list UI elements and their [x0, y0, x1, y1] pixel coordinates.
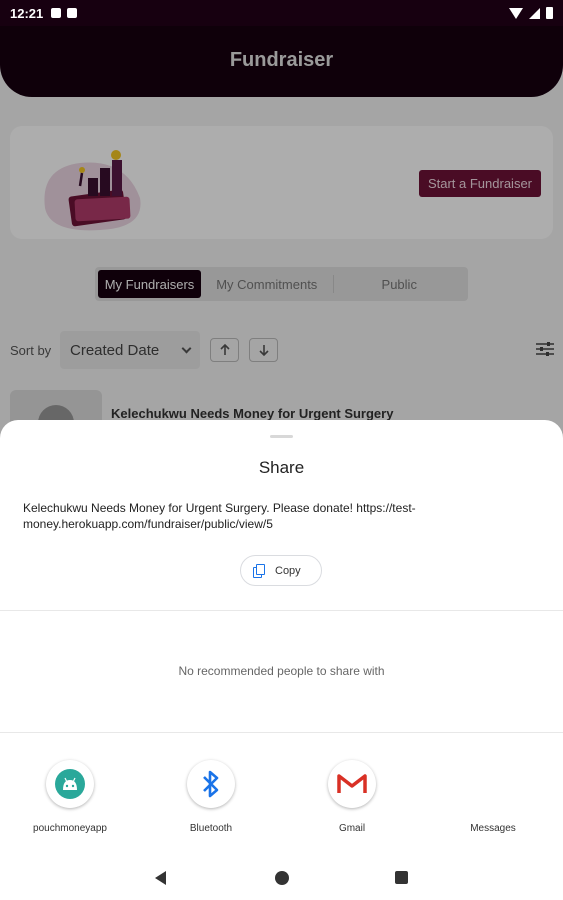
share-sheet-title: Share — [258, 458, 305, 477]
app-label: Gmail — [338, 823, 366, 834]
sd-card-icon — [67, 8, 78, 18]
no-recommended-people-text: No recommended people to share with — [178, 664, 385, 678]
divider — [0, 732, 563, 733]
app-icon-circle — [187, 760, 235, 808]
divider — [0, 610, 563, 611]
battery-icon — [546, 7, 553, 19]
android-icon — [55, 769, 85, 799]
status-bar: 12:21 — [0, 0, 563, 26]
share-target-bluetooth[interactable]: Bluetooth — [151, 760, 271, 834]
recent-apps-icon[interactable] — [395, 871, 408, 884]
gmail-icon — [337, 774, 367, 794]
sheet-drag-handle[interactable] — [270, 435, 293, 438]
share-text: Kelechukwu Needs Money for Urgent Surger… — [23, 501, 416, 531]
bluetooth-icon — [203, 770, 219, 798]
share-target-gmail[interactable]: Gmail — [292, 760, 412, 834]
share-app-row: pouchmoneyapp Bluetooth Gmail Messages — [0, 760, 563, 840]
share-sheet: Share Kelechukwu Needs Money for Urgent … — [0, 420, 563, 900]
notification-icon — [51, 8, 62, 18]
cell-signal-icon — [529, 7, 540, 19]
share-target-messages[interactable]: Messages — [433, 760, 553, 834]
share-target-pouchmoneyapp[interactable]: pouchmoneyapp — [10, 760, 130, 834]
app-label: Messages — [470, 823, 516, 834]
wifi-icon — [509, 7, 523, 19]
back-icon[interactable] — [155, 871, 166, 885]
app-label: pouchmoneyapp — [33, 823, 107, 834]
app-icon-circle — [328, 760, 376, 808]
copy-button[interactable]: Copy — [240, 555, 322, 586]
system-nav-bar — [0, 862, 563, 896]
status-time: 12:21 — [10, 5, 44, 21]
copy-label: Copy — [275, 564, 301, 577]
copy-icon — [253, 563, 265, 578]
app-label: Bluetooth — [189, 823, 233, 834]
messages-icon — [433, 760, 553, 808]
home-icon[interactable] — [275, 871, 289, 885]
app-icon-circle — [46, 760, 94, 808]
